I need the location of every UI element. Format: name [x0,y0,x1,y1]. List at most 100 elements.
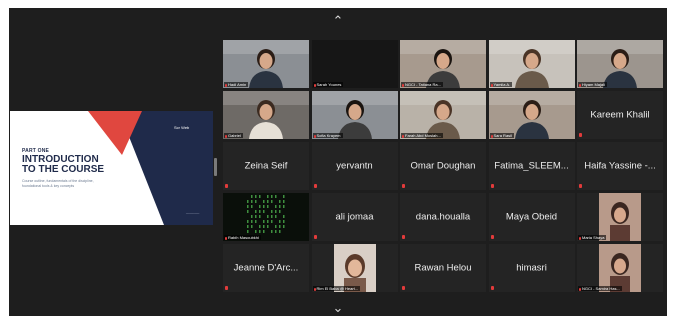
participant-name: Hiyam Majali [582,82,605,87]
participant-tile[interactable]: Sarah Younes [311,40,398,88]
mic-muted-icon [402,83,404,87]
participant-caption: Maria Shaya [578,235,607,240]
participant-tile[interactable]: NGCI - Samira Has... [577,244,663,292]
participant-name: Gabriel [228,133,241,138]
participant-tile[interactable]: NGCI - Tatiana Ra... [400,40,486,88]
participant-video [488,40,575,88]
mic-muted-icon [225,184,228,188]
participant-name: yervantn [336,160,373,172]
participant-tile[interactable]: Maria Shaya [577,193,663,241]
participant-name: ali jomaa [335,211,374,223]
participant-gallery: Hadi Amin Sarah Younes NGCI - Tatiana Ra..… [223,40,663,292]
participant-caption: Sara Rasil [489,133,514,138]
mic-muted-icon [402,184,405,188]
participant-caption: NGCI - Samira Has... [578,286,622,291]
participant-tile[interactable]: Zeina Seif [223,142,309,190]
mic-muted-icon [579,287,581,291]
participant-name: NGCI - Tatiana Ra... [405,82,441,87]
zoom-meeting-window: ⌃ PART ONE INTRODUCTION TO THE COURSE Co… [9,8,667,316]
chevron-down-icon[interactable]: ⌄ [333,301,344,314]
participant-tile[interactable]: Farah Abd Moslah... [400,91,486,139]
mic-muted-icon [402,235,405,239]
participant-name: Maria Shaya [582,235,605,240]
participant-tile[interactable]: Sofia Krayem [311,91,398,139]
participant-tile[interactable]: Omar Doughan [400,142,486,190]
participant-tile[interactable]: Sara Rasil [488,91,575,139]
panel-resize-handle[interactable] [214,158,217,176]
participant-tile[interactable]: Maya Obeid [488,193,575,241]
participant-name: Omar Doughan [410,160,476,172]
participant-name: dana.houalla [415,211,471,223]
participant-caption: Hadi Amin [224,82,249,87]
mic-muted-icon [579,83,581,87]
participant-video [223,40,309,88]
mic-muted-icon [490,134,493,138]
participant-tile[interactable]: dana.houalla [400,193,486,241]
mic-muted-icon [225,236,227,240]
slide-title-line-2: TO THE COURSE [22,164,105,175]
mic-muted-icon [579,236,581,240]
mic-muted-icon [225,83,227,87]
participant-tile[interactable]: himasri [488,244,575,292]
participant-name: himasri [516,262,547,274]
participant-video [311,244,398,292]
participant-caption: Sarah Younes [312,82,344,87]
participant-tile[interactable]: Rawan Helou [400,244,486,292]
participant-name: Sara Rasil [493,133,512,138]
participant-caption: Rim El Baba @ Heart... [312,286,361,291]
mic-muted-icon [313,287,316,291]
participant-caption: Rabih Masoubkhi [224,235,261,240]
mic-muted-icon [313,134,316,138]
participant-name: NGCI - Samira Has... [582,286,620,291]
participant-video [223,193,309,241]
participant-name: Rabih Masoubkhi [228,235,259,240]
participant-name: Fatima_SLEEM... [494,160,569,172]
participant-tile[interactable]: Jeanne D'Arc... [223,244,309,292]
participant-name: Maya Obeid [505,211,558,223]
slide-subtitle: Course outline, fundamentals of the disc… [22,179,94,188]
participant-name: Farah Abd Moslah... [405,133,441,138]
participant-name: Zeina Seif [244,160,288,172]
participant-name: Rim El Baba @ Heart... [316,286,359,291]
participant-tile[interactable]: Hadi Amin [223,40,309,88]
participant-name: Haifa Yassine -... [584,160,656,172]
chevron-up-icon[interactable]: ⌃ [333,14,344,27]
participant-tile[interactable]: Yamila A. [488,40,575,88]
participant-name: Rawan Helou [414,262,472,274]
participant-name: Jeanne D'Arc... [233,262,299,274]
participant-tile[interactable]: ali jomaa [311,193,398,241]
participant-caption: Hiyam Majali [578,82,607,87]
participant-tile[interactable]: Kareem Khalil [577,91,663,139]
mic-muted-icon [313,235,317,239]
mic-muted-icon [490,83,493,87]
slide-logo: Scr Web [174,125,190,130]
participant-tile[interactable]: Rabih Masoubkhi [223,193,309,241]
participant-video [400,40,486,88]
participant-name: Sarah Younes [316,82,342,87]
slide-footer: ________ [186,210,200,214]
participant-name: Sofia Krayem [316,133,341,138]
mic-muted-icon [313,184,317,188]
participant-video [488,91,575,139]
participant-tile[interactable]: Rim El Baba @ Heart... [311,244,398,292]
mic-muted-icon [490,235,494,239]
mic-muted-icon [579,133,582,137]
participant-tile[interactable]: Haifa Yassine -... [577,142,663,190]
participant-caption: Sofia Krayem [312,133,343,138]
participant-video [577,40,663,88]
participant-name: Hadi Amin [228,82,247,87]
shared-screen: PART ONE INTRODUCTION TO THE COURSE Cour… [10,111,213,225]
participant-tile[interactable]: yervantn [311,142,398,190]
mic-muted-icon [313,83,316,87]
mic-muted-icon [490,184,494,188]
participant-tile[interactable]: Hiyam Majali [577,40,663,88]
mic-muted-icon [402,286,405,290]
participant-video [311,91,398,139]
participant-name: Kareem Khalil [590,109,650,121]
participant-video [577,193,663,241]
participant-video [577,244,663,292]
participant-caption: Yamila A. [489,82,513,87]
participant-tile[interactable]: Gabriel [223,91,309,139]
participant-name: Yamila A. [493,82,511,87]
participant-tile[interactable]: Fatima_SLEEM... [488,142,575,190]
